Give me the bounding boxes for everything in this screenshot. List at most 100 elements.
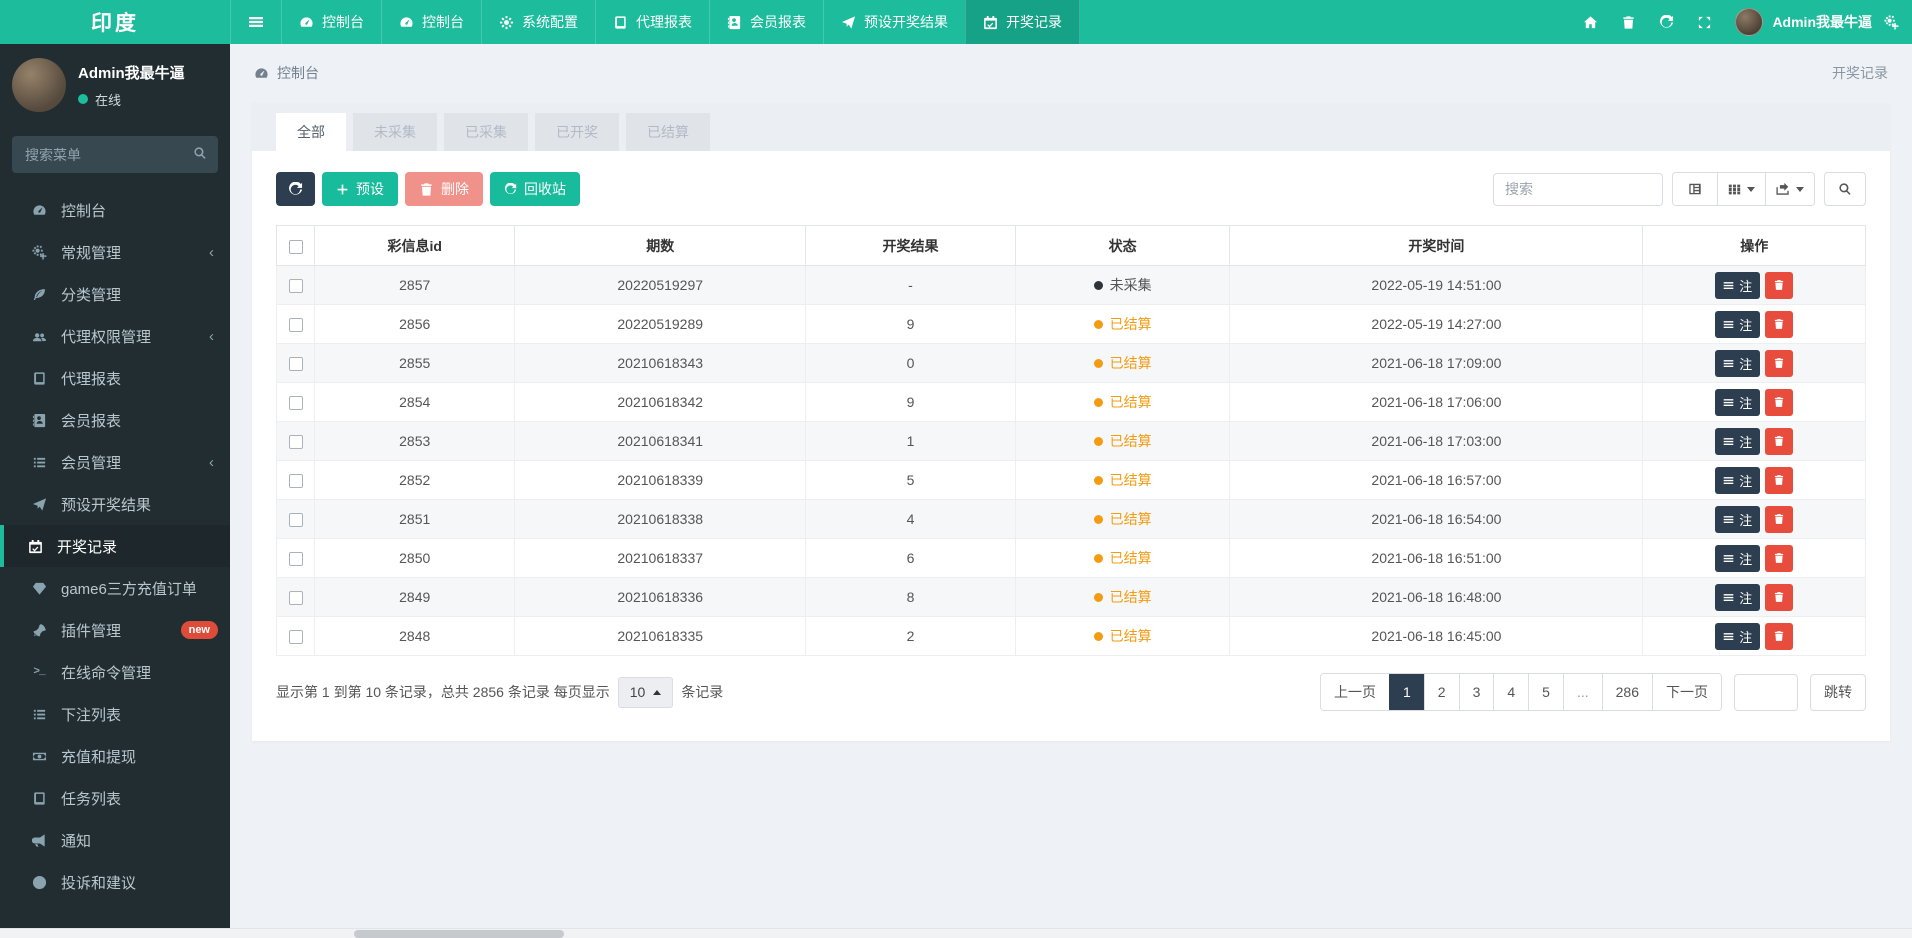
page-button-1[interactable]: 1 [1388, 674, 1424, 710]
sidebar-item[interactable]: 任务列表 [0, 777, 230, 819]
brand-logo[interactable]: 印度 [0, 0, 230, 44]
navbar-item[interactable]: 会员报表 [709, 0, 823, 44]
column-header-time[interactable]: 开奖时间 [1229, 225, 1644, 266]
tab-已采集[interactable]: 已采集 [444, 113, 528, 151]
sidebar-item[interactable]: 插件管理 new [0, 609, 230, 651]
sidebar-item[interactable]: 会员报表 [0, 399, 230, 441]
columns-button[interactable] [1717, 173, 1765, 205]
sync-button[interactable] [1647, 0, 1685, 44]
export-button[interactable] [1765, 173, 1814, 205]
navbar-item[interactable]: 控制台 [381, 0, 481, 44]
tab-已开奖[interactable]: 已开奖 [535, 113, 619, 151]
note-button[interactable]: 注 [1715, 583, 1761, 611]
navbar-item[interactable]: 系统配置 [481, 0, 595, 44]
cell-id: 2850 [314, 538, 516, 578]
sidebar-item[interactable]: 投诉和建议 [0, 861, 230, 903]
page-button-286[interactable]: 286 [1601, 674, 1652, 710]
horizontal-scrollbar[interactable] [0, 928, 1912, 938]
jump-page-input[interactable] [1734, 673, 1798, 711]
navbar-user-menu[interactable]: Admin我最牛逼 [1723, 8, 1884, 36]
toggle-view-button[interactable] [1673, 173, 1717, 205]
row-checkbox[interactable] [288, 357, 303, 372]
select-all-checkbox[interactable] [288, 239, 303, 254]
row-checkbox[interactable] [288, 279, 303, 294]
note-button[interactable]: 注 [1715, 388, 1761, 416]
page-button-4[interactable]: 4 [1493, 674, 1529, 710]
delete-row-button[interactable] [1765, 349, 1794, 377]
sidebar-item[interactable]: game6三方充值订单 [0, 567, 230, 609]
column-header-result[interactable]: 开奖结果 [805, 225, 1016, 266]
row-checkbox[interactable] [288, 435, 303, 450]
sidebar-item[interactable]: 控制台 [0, 189, 230, 231]
delete-row-button[interactable] [1765, 544, 1794, 572]
sidebar-item[interactable]: 代理报表 [0, 357, 230, 399]
note-button[interactable]: 注 [1715, 505, 1761, 533]
delete-row-button[interactable] [1765, 310, 1794, 338]
navbar-item[interactable]: 代理报表 [595, 0, 709, 44]
horizontal-scrollbar-thumb[interactable] [354, 930, 564, 938]
delete-row-button[interactable] [1765, 622, 1794, 650]
navbar-item[interactable]: 开奖记录 [965, 0, 1080, 44]
column-header-id[interactable]: 彩信息id [314, 225, 516, 266]
delete-row-button[interactable] [1765, 583, 1794, 611]
delete-row-button[interactable] [1765, 271, 1794, 299]
note-button[interactable]: 注 [1715, 544, 1761, 572]
tab-已结算[interactable]: 已结算 [626, 113, 710, 151]
tab-未采集[interactable]: 未采集 [353, 113, 437, 151]
note-button[interactable]: 注 [1715, 310, 1761, 338]
row-checkbox[interactable] [288, 396, 303, 411]
delete-button[interactable]: 删除 [405, 172, 483, 206]
page-button-3[interactable]: 3 [1458, 674, 1494, 710]
note-button[interactable]: 注 [1715, 427, 1761, 455]
recycle-bin-button[interactable]: 回收站 [490, 172, 580, 206]
settings-gears-button[interactable] [1884, 0, 1910, 44]
page-button-2[interactable]: 2 [1423, 674, 1459, 710]
tab-全部[interactable]: 全部 [276, 113, 346, 151]
note-button[interactable]: 注 [1715, 349, 1761, 377]
row-checkbox[interactable] [288, 474, 303, 489]
column-header-status[interactable]: 状态 [1014, 225, 1231, 266]
trash-button[interactable] [1609, 0, 1647, 44]
sidebar-item[interactable]: 充值和提现 [0, 735, 230, 777]
navbar-item[interactable]: 预设开奖结果 [823, 0, 965, 44]
note-button[interactable]: 注 [1715, 271, 1761, 299]
note-button[interactable]: 注 [1715, 466, 1761, 494]
breadcrumb-home[interactable]: 控制台 [277, 63, 319, 83]
sidebar-item[interactable]: 通知 [0, 819, 230, 861]
sidebar-item[interactable]: 会员管理 ‹ [0, 441, 230, 483]
column-header-issue[interactable]: 期数 [514, 225, 807, 266]
page-button-上一页[interactable]: 上一页 [1320, 674, 1389, 710]
sidebar-toggle-button[interactable] [230, 0, 281, 44]
delete-row-button[interactable] [1765, 505, 1794, 533]
sidebar-item[interactable]: >_ 在线命令管理 [0, 651, 230, 693]
delete-row-button[interactable] [1765, 466, 1794, 494]
menu-search-input[interactable] [12, 136, 218, 173]
sidebar-item[interactable]: 常规管理 ‹ [0, 231, 230, 273]
refresh-button[interactable] [276, 172, 315, 206]
page-size-select[interactable]: 10 [617, 676, 674, 708]
jump-button[interactable]: 跳转 [1810, 673, 1866, 711]
row-checkbox[interactable] [288, 513, 303, 528]
column-header-actions[interactable]: 操作 [1642, 225, 1866, 266]
delete-row-button[interactable] [1765, 388, 1794, 416]
row-checkbox[interactable] [288, 552, 303, 567]
preset-button[interactable]: 预设 [322, 172, 398, 206]
row-checkbox[interactable] [288, 630, 303, 645]
advanced-search-button[interactable] [1824, 172, 1866, 206]
note-button[interactable]: 注 [1715, 622, 1761, 650]
table-toolbar: 预设 删除 回收站 [276, 172, 1866, 206]
table-search-input[interactable] [1493, 172, 1663, 206]
sidebar-item[interactable]: 预设开奖结果 [0, 483, 230, 525]
sidebar-item[interactable]: 开奖记录 [0, 525, 230, 567]
sidebar-item[interactable]: 代理权限管理 ‹ [0, 315, 230, 357]
delete-row-button[interactable] [1765, 427, 1794, 455]
row-checkbox[interactable] [288, 318, 303, 333]
navbar-item[interactable]: 控制台 [281, 0, 381, 44]
page-button-下一页[interactable]: 下一页 [1652, 674, 1721, 710]
sidebar-item[interactable]: 分类管理 [0, 273, 230, 315]
sidebar-item[interactable]: 下注列表 [0, 693, 230, 735]
expand-button[interactable] [1685, 0, 1723, 44]
home-button[interactable] [1571, 0, 1609, 44]
page-button-5[interactable]: 5 [1528, 674, 1563, 710]
row-checkbox[interactable] [288, 591, 303, 606]
